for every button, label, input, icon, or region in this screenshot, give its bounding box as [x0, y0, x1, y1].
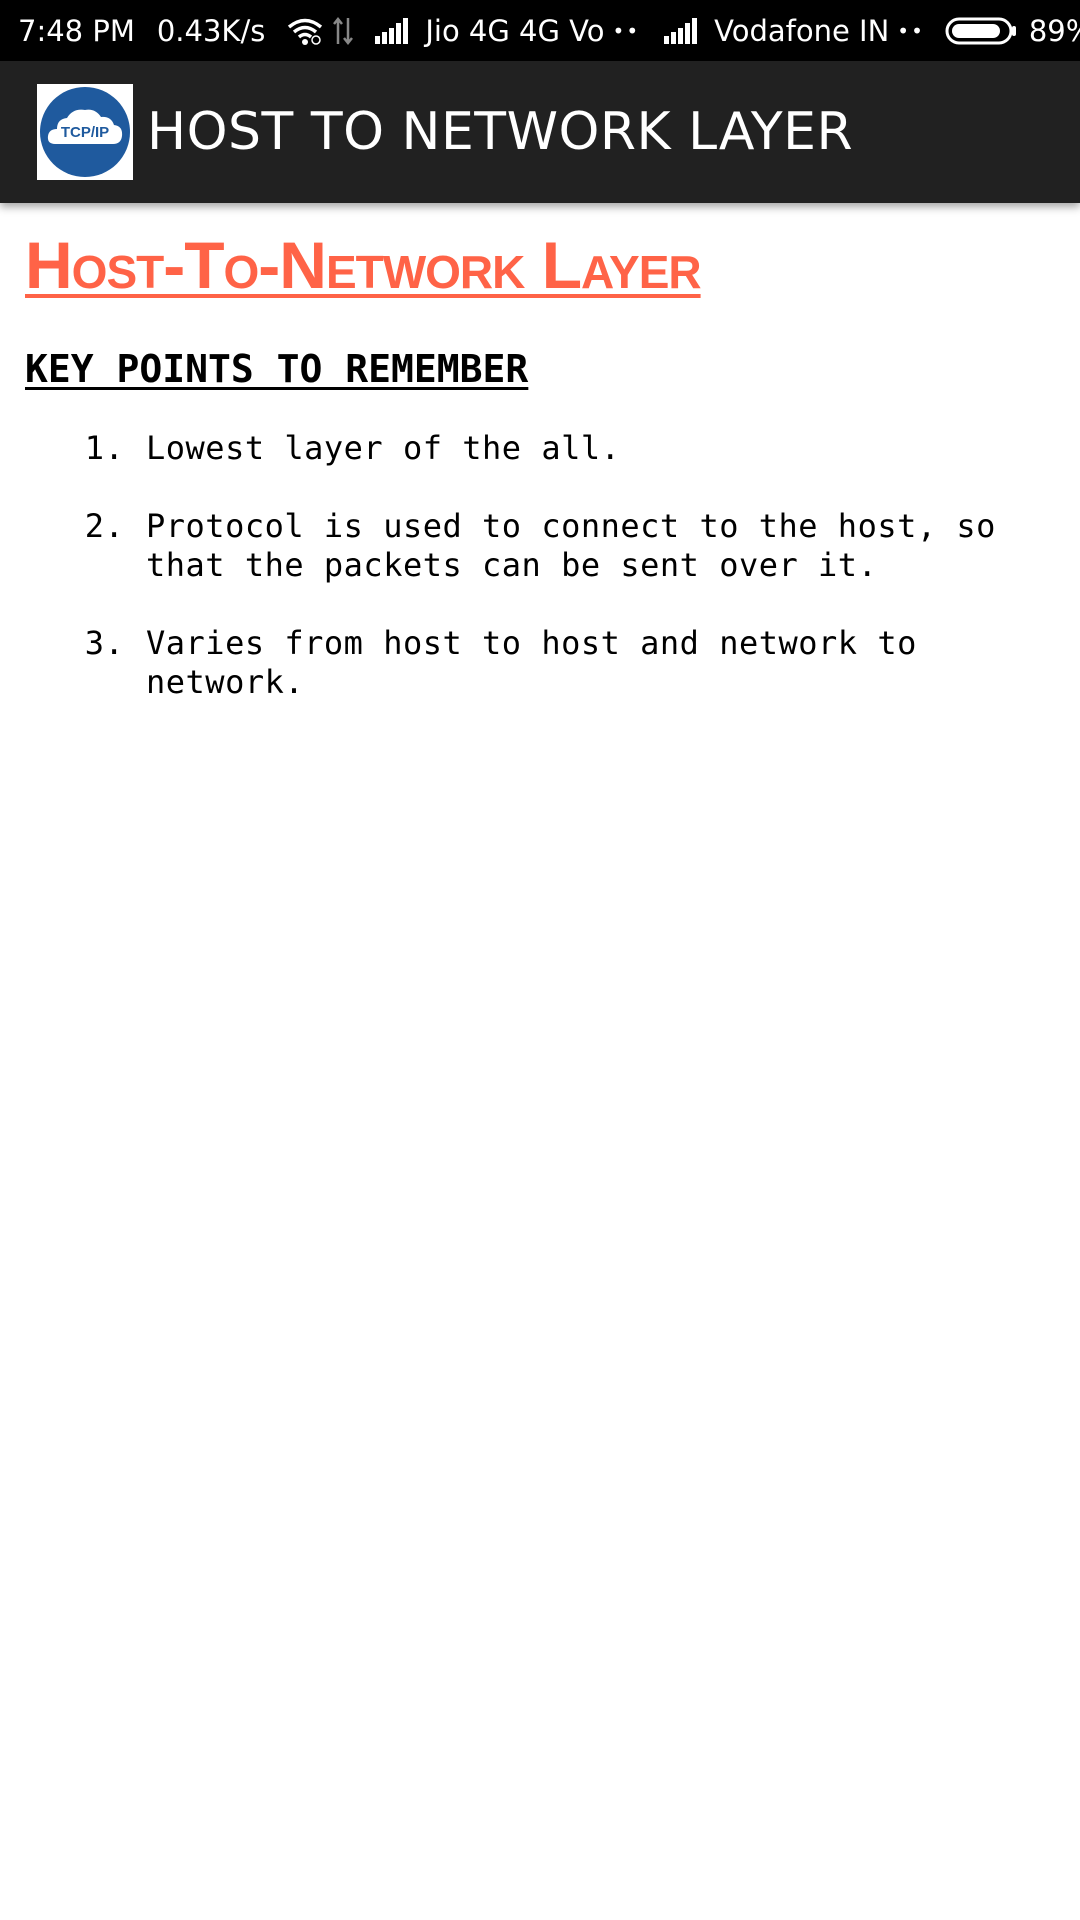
status-time: 7:48 PM: [18, 13, 135, 48]
app-bar: TCP/IP HOST TO NETWORK LAYER: [0, 61, 1080, 203]
content-area: Host-To-Network Layer KEY POINTS TO REME…: [0, 203, 1080, 741]
list-item: Varies from host to host and network to …: [144, 624, 1055, 702]
signal-icon: [664, 17, 702, 44]
status-dots-2: ••: [897, 18, 925, 43]
wifi-icon: [285, 16, 325, 46]
signal-icon: [375, 17, 413, 44]
status-dots-1: ••: [612, 18, 641, 43]
status-battery-percent: 89%: [1028, 13, 1080, 48]
app-title: HOST TO NETWORK LAYER: [147, 102, 854, 162]
page-title: Host-To-Network Layer: [25, 228, 702, 302]
key-points-list: Lowest layer of the all. Protocol is use…: [25, 429, 1055, 702]
section-heading: KEY POINTS TO REMEMBER: [25, 347, 529, 391]
data-arrows-icon: [331, 16, 355, 46]
tcp-ip-logo: TCP/IP: [37, 84, 133, 180]
logo-text: TCP/IP: [61, 124, 109, 141]
list-item: Lowest layer of the all.: [144, 429, 1055, 468]
battery-icon: [945, 16, 1019, 46]
status-carrier-2: Vodafone IN: [714, 13, 890, 48]
list-item: Protocol is used to connect to the host,…: [144, 507, 1055, 585]
status-network-speed: 0.43K/s: [156, 13, 266, 48]
status-carrier-1: Jio 4G 4G Vo: [425, 13, 605, 48]
status-bar: 7:48 PM 0.43K/s Jio 4G 4G Vo •• Vodafone…: [0, 0, 1080, 61]
